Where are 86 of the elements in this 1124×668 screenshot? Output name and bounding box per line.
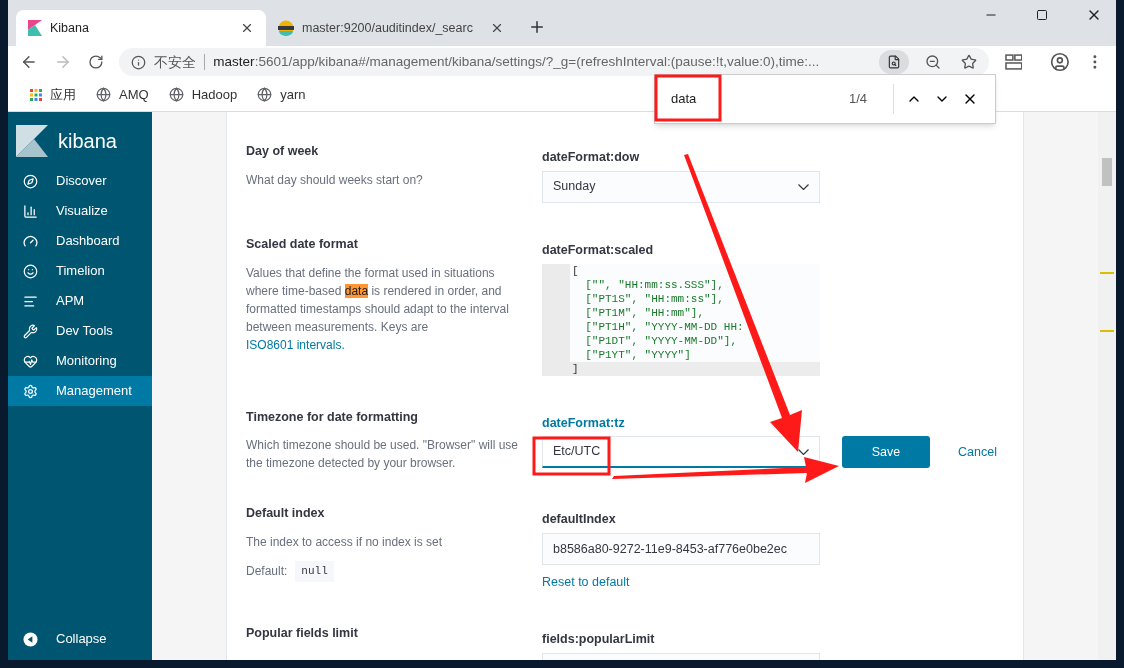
find-button[interactable] (878, 50, 909, 74)
select-field[interactable]: Sunday (542, 170, 820, 203)
gauge-icon (23, 233, 38, 249)
code-line: ["PT1H", "YYYY-MM-DD HH: (584, 319, 745, 334)
url-text: master:5601/app/kibana#/management/kibana/settings/?_g=(refreshInterval:(pause:!t,value:0),time:... (213, 52, 821, 71)
find-icon (886, 55, 901, 69)
maximize-icon[interactable] (1036, 9, 1048, 21)
select-field[interactable]: Etc/UTC (542, 436, 820, 469)
bookmark[interactable]: 应用 (30, 84, 76, 105)
lines-icon (23, 293, 38, 309)
match-count: 1/4 (849, 90, 869, 109)
globe-icon (257, 87, 273, 102)
kibana-favicon-icon (28, 20, 42, 36)
save-button[interactable]: Save (842, 436, 930, 469)
default-label: Default: (246, 563, 288, 581)
nav-item[interactable]: Dev Tools (8, 316, 152, 346)
find-input[interactable]: data (667, 89, 837, 109)
setting-title: Default index (246, 505, 326, 523)
bookmark[interactable]: yarn (257, 84, 306, 105)
tab-title: master:9200/auditindex/_searc (302, 19, 474, 37)
bookmark[interactable]: Hadoop (168, 84, 238, 105)
nav-item[interactable]: Discover (8, 166, 152, 196)
browser-tab[interactable]: Kibana (16, 10, 266, 46)
code-line: ["", "HH:mm:ss.SSS"], (584, 277, 725, 292)
settings-icon (23, 383, 38, 399)
text-field[interactable]: b8586a80-9272-11e9-8453-af776e0be2ec (542, 533, 820, 565)
setting-title: Timezone for date formatting (246, 408, 419, 426)
highlight-rectangle (654, 74, 722, 122)
setting-key: dateFormat:tz (542, 413, 997, 433)
cancel-link[interactable]: Cancel (958, 442, 997, 462)
info-icon (131, 54, 147, 70)
text-field[interactable] (542, 652, 820, 660)
kibana-logo-text: kibana (58, 129, 117, 154)
security-label: 不安全 (154, 52, 197, 72)
new-tab-icon[interactable] (528, 18, 546, 36)
setting-title: Popular fields limit (246, 624, 359, 642)
elastic-favicon-icon (278, 20, 294, 36)
apps-grid-icon (30, 88, 42, 101)
default-value: null (295, 561, 334, 582)
reset-link[interactable]: Reset to default (542, 573, 820, 592)
setting-description: Which timezone should be used. "Browser" will use the timezone detected by your browser. (246, 437, 518, 473)
globe-icon (168, 87, 184, 102)
kibana-logo-icon (16, 125, 48, 157)
code-line: ["P1YT", "YYYY"] (584, 347, 692, 362)
back-icon[interactable] (20, 53, 38, 71)
bar-chart-icon (23, 203, 38, 219)
zoom-out-icon[interactable] (924, 54, 941, 70)
nav-item[interactable]: APM (8, 286, 152, 316)
setting-key: defaultIndex (542, 510, 820, 529)
code-line: ["P1DT", "YYYY-MM-DD"], (584, 333, 739, 348)
nav-item[interactable]: Monitoring (8, 346, 152, 376)
address-bar[interactable]: 不安全 master:5601/app/kibana#/management/kibana/settings/?_g=(refreshInterval:(pause:!t,value:0),time:... (119, 48, 989, 76)
chevron-down-icon (798, 183, 809, 190)
setting-description: What day should weeks start on? (246, 171, 424, 189)
wrench-icon (23, 323, 38, 339)
code-line: ["PT1S", "HH:mm:ss"], (584, 291, 725, 306)
collapse-button[interactable]: Collapse (8, 624, 152, 654)
code-line: ["PT1M", "HH:mm"], (584, 305, 706, 320)
setting-key: dateFormat:dow (542, 148, 820, 167)
setting-key: fields:popularLimit (542, 629, 820, 649)
code-line: [ (571, 263, 580, 278)
setting-key: dateFormat:scaled (542, 240, 820, 260)
face-icon (23, 263, 38, 279)
setting-title: Scaled date format (246, 235, 359, 253)
nav-item[interactable]: Visualize (8, 196, 152, 226)
compass-icon (23, 173, 38, 189)
reload-icon[interactable] (87, 54, 104, 70)
heart-pulse-icon (23, 353, 38, 369)
code-editor[interactable]: [ ["", "HH:mm:ss.SSS"], ["PT1S", "HH:mm:ss"], ["PT1M", "HH:mm"], ["PT1H", "YYYY-MM-DD HH: ["P1DT", "YYYY-MM-DD"], ["P1YT", "YYYY"] ] (542, 263, 820, 376)
iso8601-link[interactable]: ISO8601 intervals. (246, 337, 345, 352)
setting-description: Values that define the format used in situations where time-based data is rendered in order, and formatted timestamps should adapt to the interval between measurements. Keys are ISO8601 intervals. (246, 264, 510, 354)
globe-icon (96, 87, 111, 102)
nav-item[interactable]: Dashboard (8, 226, 152, 256)
nav-item[interactable]: Timelion (8, 256, 152, 286)
nav-item[interactable]: Management (8, 376, 152, 406)
collapse-icon (23, 631, 38, 647)
star-icon[interactable] (960, 54, 977, 70)
bookmark[interactable]: AMQ (96, 84, 149, 105)
profile-icon[interactable] (1050, 52, 1071, 72)
browser-tab[interactable]: master:9200/auditindex/_searc (266, 10, 516, 46)
grid-icon[interactable] (1004, 54, 1023, 70)
setting-title: Day of week (246, 143, 320, 160)
close-icon[interactable] (490, 21, 504, 35)
close-icon[interactable] (240, 21, 254, 35)
tab-title: Kibana (50, 19, 90, 37)
setting-description: The index to access if no index is set (246, 534, 444, 551)
